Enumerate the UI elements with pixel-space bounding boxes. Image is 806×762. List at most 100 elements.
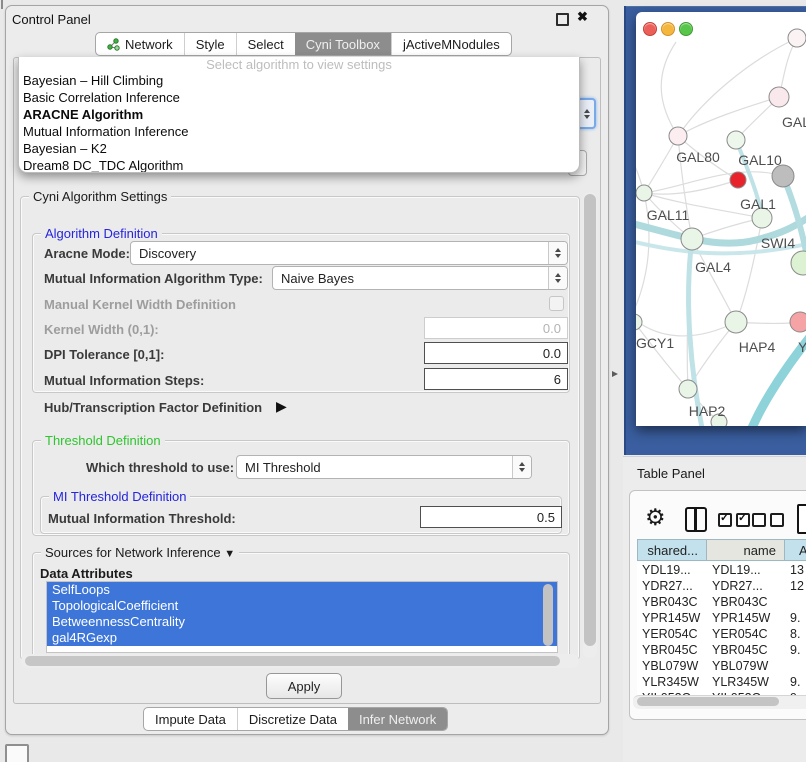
dropdown-item[interactable]: Bayesian – K2 [19,140,579,157]
expanded-arrow-icon[interactable]: ▼ [224,548,235,560]
node-gal10[interactable] [727,131,745,149]
aracne-mode-label: Aracne Mode: [44,246,130,261]
dpi-tolerance-field[interactable]: 0.0 [424,342,568,364]
mi-threshold-field[interactable]: 0.5 [420,506,562,528]
table-panel-title: Table Panel [637,466,705,481]
node-hap4[interactable] [725,311,747,333]
table-row[interactable]: YDL19...YDL19...13 [637,562,806,578]
columns-icon[interactable] [685,507,707,532]
collapsed-arrow-icon[interactable]: ▶ [276,398,287,415]
which-threshold-combo[interactable]: MI Threshold [236,455,532,479]
node-label: Y [798,339,806,355]
chrome-tick [1,0,3,9]
minimized-panel-icon[interactable] [5,744,29,762]
select-all-checks-icon[interactable]: ✓ ✓ [718,513,750,527]
tab-network[interactable]: Network [96,33,184,55]
sources-title: Sources for Network Inference ▼ [41,545,239,560]
kernel-width-field[interactable]: 0.0 [424,317,568,339]
table-card: ⚙ ✓ ✓ shared... name A YDL19...YDL19...1… [629,490,806,720]
combo-stepper-icon [548,267,567,289]
attribute-item[interactable]: gal4RGexp [47,630,557,646]
table-header-row: shared... name A [637,539,806,561]
node-label: HAP4 [739,339,776,355]
mi-threshold-title: MI Threshold Definition [49,489,190,504]
attribute-item[interactable]: BetweennessCentrality [47,614,557,630]
page-icon[interactable] [797,504,806,534]
node-swi4[interactable] [791,251,806,275]
tab-cyni-toolbox[interactable]: Cyni Toolbox [295,33,391,55]
close-icon[interactable]: ✖ [577,9,588,25]
dpi-tolerance-label: DPI Tolerance [0,1]: [44,347,164,362]
algorithm-definition-title: Algorithm Definition [41,226,162,241]
hub-definition-label: Hub/Transcription Factor Definition [44,400,262,415]
node-label: GAL11 [647,207,690,223]
tab-impute-data[interactable]: Impute Data [144,708,237,730]
table-row[interactable]: YBR043CYBR043C [637,594,806,610]
settings-scrollbar[interactable] [584,194,596,646]
tab-network-label: Network [125,37,173,52]
tab-style[interactable]: Style [184,33,236,55]
algorithm-dropdown-placeholder: Select algorithm to view settings [19,57,579,72]
node-label: HAP2 [689,403,726,419]
table-body: YDL19...YDL19...13 YDR27...YDR27...12 YB… [637,562,806,706]
screen: Control Panel ✖ Network Style Select Cyn… [0,0,806,762]
gear-icon[interactable]: ⚙ [645,506,666,529]
node-salmon[interactable] [790,312,806,332]
aracne-mode-combo[interactable]: Discovery [130,241,568,265]
mi-steps-label: Mutual Information Steps: [44,373,204,388]
column-header-shared-name[interactable]: shared... [637,539,707,561]
node-red[interactable] [730,172,746,188]
mi-steps-field[interactable]: 6 [424,368,568,390]
mi-type-label: Mutual Information Algorithm Type: [44,271,263,286]
attributes-list-scrollbar[interactable] [543,584,553,646]
kernel-width-label: Kernel Width (0,1): [44,322,159,337]
column-header-name[interactable]: name [707,539,785,561]
settings-hscrollbar[interactable] [25,656,560,666]
node-label: GAL4 [695,259,731,275]
dropdown-item[interactable]: Bayesian – Hill Climbing [19,72,579,89]
network-canvas[interactable]: GAL GAL80 GAL10 GAL1 GAL11 GAL4 SWI4 GCY… [636,12,806,426]
data-attributes-list: SelfLoops TopologicalCoefficient Between… [46,581,558,653]
table-row[interactable]: YDR27...YDR27...12 [637,578,806,594]
node-gal4[interactable] [681,228,703,250]
table-hscrollbar[interactable] [637,697,779,706]
mi-type-combo[interactable]: Naive Bayes [272,266,568,290]
dropdown-item[interactable]: Basic Correlation Inference [19,89,579,106]
node-gcy1[interactable] [636,314,642,330]
float-window-icon[interactable] [556,13,569,26]
deselect-all-checks-icon[interactable] [752,513,784,527]
node-label: GAL10 [738,152,782,168]
control-panel-title: Control Panel [12,12,91,27]
node-hap2[interactable] [679,380,697,398]
combo-stepper-icon [512,456,531,478]
node-label: GAL [782,114,806,130]
table-row[interactable]: YPR145WYPR145W9. [637,610,806,626]
tab-select[interactable]: Select [236,33,295,55]
node-gal11[interactable] [636,185,652,201]
table-row[interactable]: YLR345WYLR345W9. [637,674,806,690]
attribute-item[interactable]: SelfLoops [47,582,557,598]
manual-kernel-checkbox[interactable] [549,296,564,311]
apply-button[interactable]: Apply [266,673,342,699]
divider [623,456,806,457]
dropdown-item[interactable]: Mutual Information Inference [19,123,579,140]
settings-group-title: Cyni Algorithm Settings [29,189,171,204]
dropdown-item[interactable]: Dream8 DC_TDC Algorithm [19,157,579,173]
tab-discretize-data[interactable]: Discretize Data [237,708,348,730]
data-attributes-label: Data Attributes [40,566,133,581]
mi-threshold-label: Mutual Information Threshold: [48,511,236,526]
node-gal-partial[interactable] [769,87,789,107]
node-top-partial[interactable] [788,29,806,47]
table-row[interactable]: YBL079WYBL079W [637,658,806,674]
attribute-item[interactable]: TopologicalCoefficient [47,598,557,614]
table-row[interactable]: YER054CYER054C8. [637,626,806,642]
tab-jactivemnodules[interactable]: jActiveMNodules [391,33,511,55]
column-header-partial[interactable]: A [785,539,806,561]
tab-infer-network[interactable]: Infer Network [348,708,447,730]
dropdown-item-aracne[interactable]: ARACNE Algorithm [19,106,579,123]
node-gal80[interactable] [669,127,687,145]
divider-handle-icon[interactable] [612,371,618,377]
table-row[interactable]: YBR045CYBR045C9. [637,642,806,658]
node-gray[interactable] [772,165,794,187]
node-label: GCY1 [636,335,674,351]
